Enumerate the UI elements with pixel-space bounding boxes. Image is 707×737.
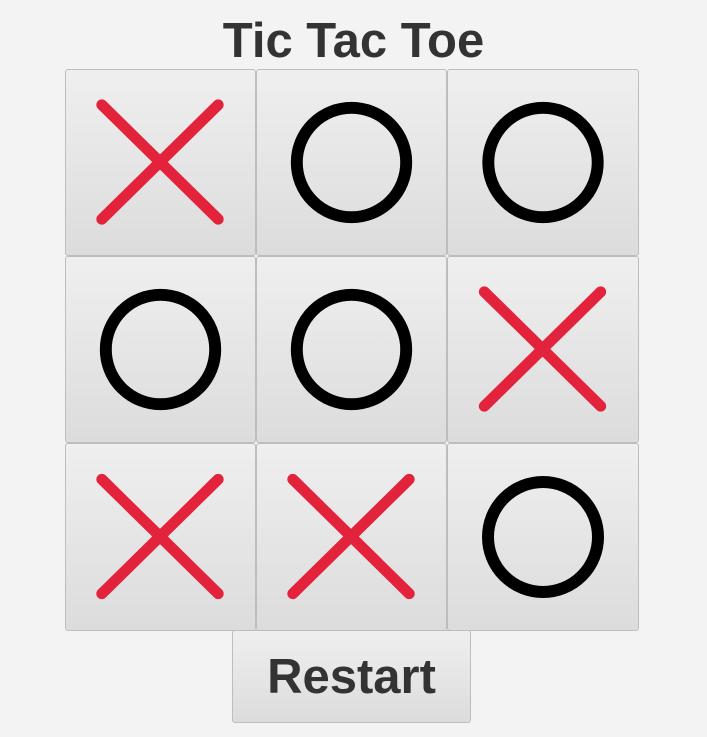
board-cell-2-1[interactable] — [65, 256, 256, 443]
board-cell-3-1[interactable] — [65, 443, 256, 631]
cross-mark-icon — [96, 99, 224, 225]
game-page: Tic Tac Toe Restart — [0, 0, 707, 737]
board-cell-1-3[interactable] — [447, 69, 639, 256]
cross-mark-icon — [96, 473, 224, 600]
cross-mark-icon — [287, 473, 415, 600]
board-cell-2-2[interactable] — [256, 256, 447, 443]
board-cell-3-3[interactable] — [447, 443, 639, 631]
board-cell-1-2[interactable] — [256, 69, 447, 256]
restart-button[interactable]: Restart — [232, 630, 471, 723]
board-cell-2-3[interactable] — [447, 256, 639, 443]
board-cell-1-1[interactable] — [65, 69, 256, 256]
page-title: Tic Tac Toe — [222, 14, 485, 68]
cross-mark-icon — [478, 286, 607, 412]
circle-mark-icon — [290, 101, 413, 224]
circle-mark-icon — [290, 288, 413, 411]
circle-mark-icon — [482, 476, 604, 598]
circle-mark-icon — [99, 288, 222, 411]
board-cell-3-2[interactable] — [256, 443, 447, 631]
game-board — [65, 69, 639, 631]
circle-mark-icon — [482, 101, 604, 224]
